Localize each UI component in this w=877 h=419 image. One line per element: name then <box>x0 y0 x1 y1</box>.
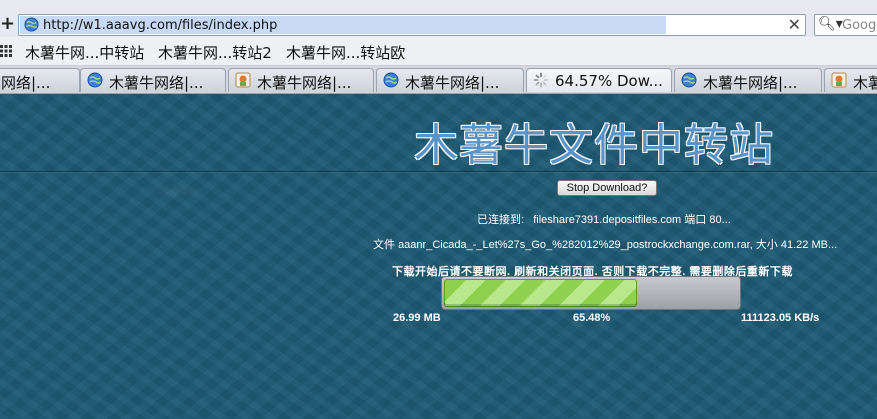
file-size: 41.22 MB... <box>780 239 838 251</box>
bookmarks-bar: 木薯牛网...中转站 木薯牛网...转站2 木薯牛网...转站欧 <box>0 37 877 66</box>
browser-tab[interactable]: 木薯 <box>824 68 877 92</box>
clear-url-icon[interactable]: ✕ <box>788 15 801 34</box>
file-prefix: 文件 <box>373 239 395 251</box>
connection-info: 已连接到: fileshare7391.depositfiles.com 端口 … <box>477 211 731 227</box>
search-box[interactable]: 🔍︎▾ Googl <box>814 14 877 36</box>
tab-label: 木薯 <box>853 74 877 92</box>
navigation-toolbar: + http://w1.aaavg.com/files/index.php ✕ … <box>0 0 877 37</box>
globe-icon <box>383 72 399 88</box>
apps-grid-icon[interactable] <box>0 45 12 57</box>
browser-tab[interactable]: 木薯牛网络|... <box>376 68 524 92</box>
bookmark-item[interactable]: 木薯牛网...转站2 <box>158 42 272 63</box>
globe-icon <box>87 72 103 88</box>
tab-label: 木薯牛网络|... <box>109 74 204 92</box>
progress-bar <box>441 276 741 310</box>
browser-chrome: + http://w1.aaavg.com/files/index.php ✕ … <box>0 0 877 94</box>
port-value: 80... <box>709 214 731 226</box>
size-label: 大小 <box>755 239 778 251</box>
browser-tab[interactable]: 木薯牛网络|... <box>674 68 822 92</box>
browser-tab[interactable]: 木薯牛网络|... <box>228 68 374 92</box>
connected-prefix: 已连接到: <box>477 214 525 226</box>
new-tab-plus-icon[interactable]: + <box>0 15 15 33</box>
tab-label: 木薯牛网络|... <box>703 74 798 92</box>
url-text[interactable]: http://w1.aaavg.com/files/index.php <box>43 18 277 33</box>
tab-strip: 网络|... 木薯牛网络|... 木薯牛网络|... 木薯牛网络|... 64.… <box>0 66 877 94</box>
browser-tab[interactable]: 木薯牛网络|... <box>80 68 226 92</box>
header-divider <box>0 171 877 172</box>
file-name: aaanr_Cicada_-_Let%27s_Go_%282012%29_pos… <box>398 239 753 251</box>
search-engine-icon[interactable]: 🔍︎▾ <box>818 16 843 32</box>
browser-tab[interactable]: 网络|... <box>0 68 80 92</box>
downloaded-amount: 26.99 MB <box>393 312 441 324</box>
search-placeholder: Googl <box>842 18 877 33</box>
site-logo-icon <box>831 72 847 88</box>
tab-label: 木薯牛网络|... <box>257 74 352 92</box>
tab-label: 64.57% Dow... <box>555 72 663 90</box>
port-label: 端口 <box>684 214 707 226</box>
bookmark-item[interactable]: 木薯牛网...转站欧 <box>286 42 405 63</box>
progress-fill <box>444 279 637 307</box>
address-bar[interactable]: http://w1.aaavg.com/files/index.php ✕ <box>18 14 806 36</box>
tab-label: 网络|... <box>1 74 51 92</box>
tab-label: 木薯牛网络|... <box>405 74 500 92</box>
browser-tab-active[interactable]: 64.57% Dow... <box>526 68 672 92</box>
stop-download-button[interactable]: Stop Download? <box>557 180 657 196</box>
progress-percent: 65.48% <box>573 312 611 324</box>
connected-host: fileshare7391.depositfiles.com <box>533 214 682 226</box>
page-content: 木薯牛文件中转站 Stop Download? 已连接到: fileshare7… <box>0 94 877 419</box>
file-info: 文件 aaanr_Cicada_-_Let%27s_Go_%282012%29_… <box>373 236 837 252</box>
globe-icon <box>681 72 697 88</box>
site-logo-icon <box>235 72 251 88</box>
download-speed: 111123.05 KB/s <box>741 312 820 324</box>
globe-icon <box>24 17 39 32</box>
loading-spinner-icon <box>533 72 549 88</box>
bookmark-item[interactable]: 木薯牛网...中转站 <box>25 42 144 63</box>
site-title: 木薯牛文件中转站 <box>414 120 774 171</box>
